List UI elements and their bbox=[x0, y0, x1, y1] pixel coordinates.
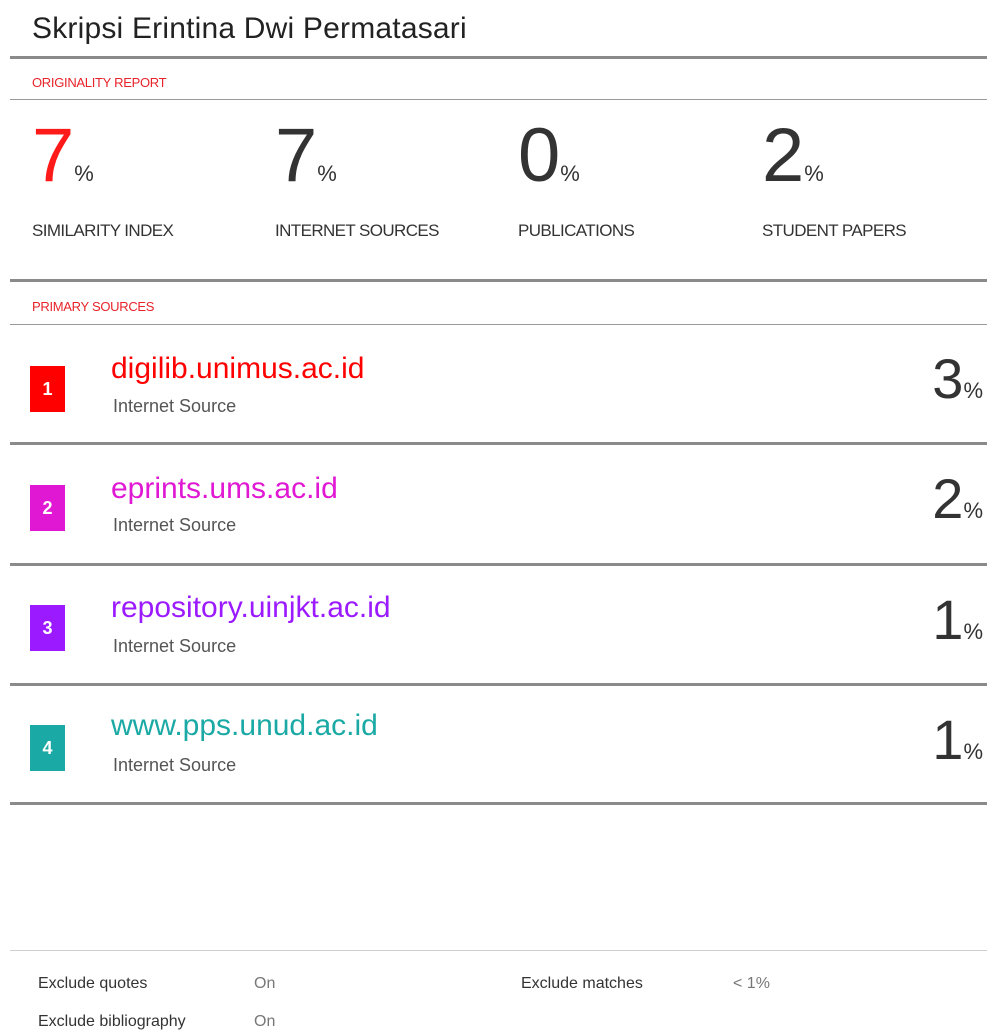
exclude-bibliography-value: On bbox=[254, 1013, 276, 1030]
source-type: Internet Source bbox=[113, 396, 237, 416]
title-divider bbox=[10, 56, 987, 59]
source-link[interactable]: www.pps.unud.ac.id bbox=[111, 709, 378, 743]
source-type: Internet Source bbox=[113, 515, 237, 535]
source-percent: 1% bbox=[932, 587, 983, 652]
stat-unit: % bbox=[74, 161, 94, 186]
source-percent-value: 1 bbox=[932, 708, 964, 771]
exclude-quotes-label: Exclude quotes bbox=[38, 975, 148, 992]
stat-label: STUDENT PAPERS bbox=[762, 221, 907, 240]
stat-value: 7 bbox=[275, 113, 317, 198]
stat-publications: 0% PUBLICATIONS bbox=[518, 113, 635, 241]
source-link[interactable]: repository.uinjkt.ac.id bbox=[111, 591, 391, 625]
source-item-1: 1 digilib.unimus.ac.id Internet Source 3… bbox=[0, 324, 987, 444]
exclude-matches-label: Exclude matches bbox=[521, 975, 643, 992]
report-title: Skripsi Erintina Dwi Permatasari bbox=[32, 12, 467, 45]
stat-unit: % bbox=[560, 161, 580, 186]
source-percent-value: 1 bbox=[932, 588, 964, 651]
stat-label: SIMILARITY INDEX bbox=[32, 221, 174, 240]
source-divider bbox=[10, 802, 987, 805]
exclude-bibliography-label: Exclude bibliography bbox=[38, 1013, 186, 1030]
source-percent-unit: % bbox=[963, 739, 983, 764]
stat-similarity-index: 7% SIMILARITY INDEX bbox=[32, 113, 174, 241]
originality-report-label: ORIGINALITY REPORT bbox=[32, 75, 167, 90]
source-type: Internet Source bbox=[113, 636, 237, 656]
source-percent-value: 3 bbox=[932, 347, 964, 410]
exclude-quotes-value: On bbox=[254, 975, 276, 992]
stat-label: PUBLICATIONS bbox=[518, 221, 635, 240]
source-item-3: 3 repository.uinjkt.ac.id Internet Sourc… bbox=[0, 565, 987, 685]
stats-divider bbox=[10, 279, 987, 282]
stat-label: INTERNET SOURCES bbox=[275, 221, 439, 240]
exclude-matches-value: < 1% bbox=[733, 975, 770, 992]
source-percent: 1% bbox=[932, 707, 983, 772]
source-percent: 3% bbox=[932, 346, 983, 411]
source-item-2: 2 eprints.ums.ac.id Internet Source 2% bbox=[0, 444, 987, 564]
stat-unit: % bbox=[317, 161, 337, 186]
source-link[interactable]: eprints.ums.ac.id bbox=[111, 472, 338, 506]
stat-unit: % bbox=[804, 161, 824, 186]
source-percent-unit: % bbox=[963, 498, 983, 523]
source-rank-badge: 2 bbox=[30, 485, 65, 531]
source-item-4: 4 www.pps.unud.ac.id Internet Source 1% bbox=[0, 685, 987, 805]
stat-student-papers: 2% STUDENT PAPERS bbox=[762, 113, 907, 241]
source-percent-unit: % bbox=[963, 619, 983, 644]
stat-value: 2 bbox=[762, 113, 804, 198]
source-percent-unit: % bbox=[963, 378, 983, 403]
stat-value: 0 bbox=[518, 113, 560, 198]
source-link[interactable]: digilib.unimus.ac.id bbox=[111, 352, 364, 386]
source-rank-badge: 1 bbox=[30, 366, 65, 412]
primary-sources-label: PRIMARY SOURCES bbox=[32, 299, 155, 314]
source-rank-badge: 4 bbox=[30, 725, 65, 771]
source-rank-badge: 3 bbox=[30, 605, 65, 651]
source-type: Internet Source bbox=[113, 755, 237, 775]
footer-divider bbox=[10, 950, 987, 951]
source-percent-value: 2 bbox=[932, 467, 964, 530]
originality-divider bbox=[10, 99, 987, 100]
stat-value: 7 bbox=[32, 113, 74, 198]
stat-internet-sources: 7% INTERNET SOURCES bbox=[275, 113, 439, 241]
source-percent: 2% bbox=[932, 466, 983, 531]
